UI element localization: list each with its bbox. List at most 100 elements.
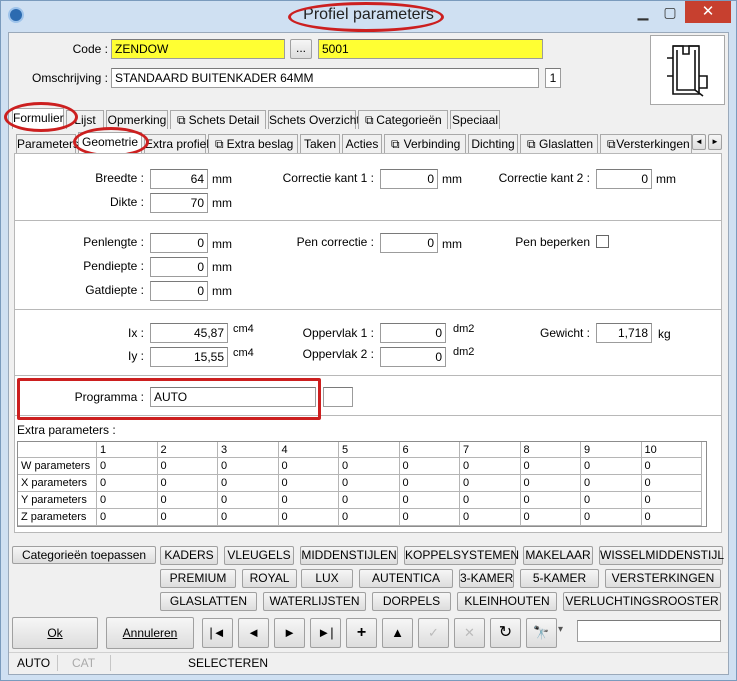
last-record-icon[interactable]: ►| [310,618,341,648]
grid-cell[interactable]: 0 [278,475,339,492]
category-button-vleugels[interactable]: VLEUGELS [224,546,294,565]
minimize-button[interactable]: ▁ [630,3,656,23]
cancel-button[interactable]: Annuleren [106,617,194,649]
grid-cell[interactable]: 0 [157,509,218,526]
grid-column-header[interactable]: 10 [641,442,702,458]
category-button-glaslatten[interactable]: GLASLATTEN [160,592,257,611]
grid-cell[interactable]: 0 [97,458,158,475]
category-button-makelaar[interactable]: MAKELAAR [523,546,593,565]
grid-cell[interactable]: 0 [520,509,581,526]
category-button-kaders[interactable]: KADERS [160,546,218,565]
category-button-versterkingen[interactable]: VERSTERKINGEN [605,569,721,588]
apply-categories-button[interactable]: Categorieën toepassen [12,546,156,564]
subtab-dichting[interactable]: Dichting [468,134,518,153]
subtab-taken[interactable]: Taken [300,134,340,153]
dikte-input[interactable]: 70 [150,193,208,213]
grid-cell[interactable]: 0 [339,475,400,492]
tab-speciaal[interactable]: Speciaal [450,110,500,129]
move-up-icon[interactable]: ▲ [382,618,413,648]
subtab-glaslatten[interactable]: ⧉ Glaslatten [520,134,598,153]
penlengte-input[interactable]: 0 [150,233,208,253]
grid-cell[interactable]: 0 [339,509,400,526]
category-button-3-kamer[interactable]: 3-KAMER [459,569,514,588]
category-button-koppelsystemen[interactable]: KOPPELSYSTEMEN [404,546,519,565]
iy-input[interactable]: 15,55 [150,347,228,367]
grid-column-header[interactable]: 2 [157,442,218,458]
description-input[interactable]: STANDAARD BUITENKADER 64MM [111,68,539,88]
number-input[interactable]: 5001 [318,39,543,59]
pendiepte-input[interactable]: 0 [150,257,208,277]
grid-cell[interactable]: 0 [460,475,521,492]
grid-cell[interactable]: 0 [218,475,279,492]
grid-cell[interactable]: 0 [278,509,339,526]
tab-scroll-left-icon[interactable]: ◄ [692,134,706,150]
category-button-waterlijsten[interactable]: WATERLIJSTEN [263,592,366,611]
grid-cell[interactable]: 0 [157,475,218,492]
subtab-versterkingen[interactable]: ⧉ Versterkingen [600,134,692,153]
category-button-wisselmiddenstijl[interactable]: WISSELMIDDENSTIJL [599,546,724,565]
category-button-5-kamer[interactable]: 5-KAMER [520,569,599,588]
correctie-kant2-input[interactable]: 0 [596,169,652,189]
category-button-lux[interactable]: LUX [301,569,353,588]
add-record-icon[interactable]: + [346,618,377,648]
category-button-premium[interactable]: PREMIUM [160,569,236,588]
grid-cell[interactable]: 0 [218,509,279,526]
grid-cell[interactable]: 0 [97,475,158,492]
grid-cell[interactable]: 0 [157,492,218,509]
code-input[interactable]: ZENDOW [111,39,285,59]
grid-cell[interactable]: 0 [157,458,218,475]
tab-scroll-right-icon[interactable]: ► [708,134,722,150]
tab-categorieen[interactable]: ⧉ Categorieën [358,110,448,129]
grid-cell[interactable]: 0 [581,458,642,475]
category-button-verluchtingsrooster[interactable]: VERLUCHTINGSROOSTER [563,592,721,611]
pen-beperken-checkbox[interactable] [596,235,609,248]
grid-cell[interactable]: 0 [460,509,521,526]
close-button[interactable]: ✕ [685,1,731,23]
grid-cell[interactable]: 0 [581,509,642,526]
tab-schets-overzicht[interactable]: Schets Overzicht [268,110,360,129]
refresh-icon[interactable]: ↻ [490,618,521,648]
next-record-icon[interactable]: ► [274,618,305,648]
grid-column-header[interactable]: 5 [339,442,400,458]
grid-cell[interactable]: 0 [581,475,642,492]
grid-cell[interactable]: 0 [218,492,279,509]
grid-cell[interactable]: 0 [460,492,521,509]
oppervlak1-input[interactable]: 0 [380,323,446,343]
grid-cell[interactable]: 0 [339,492,400,509]
ok-button[interactable]: Ok [12,617,98,649]
previous-record-icon[interactable]: ◄ [238,618,269,648]
maximize-button[interactable]: ▢ [657,3,683,23]
category-button-autentica[interactable]: AUTENTICA [359,569,453,588]
grid-cell[interactable]: 0 [339,458,400,475]
browse-button[interactable]: ... [290,39,312,59]
grid-column-header[interactable]: 3 [218,442,279,458]
subtab-verbinding[interactable]: ⧉ Verbinding [384,134,466,153]
breedte-input[interactable]: 64 [150,169,208,189]
grid-cell[interactable]: 0 [520,458,581,475]
ix-input[interactable]: 45,87 [150,323,228,343]
find-dropdown-icon[interactable]: ▾ [558,624,570,640]
category-button-dorpels[interactable]: DORPELS [372,592,451,611]
grid-cell[interactable]: 0 [278,458,339,475]
grid-cell[interactable]: 0 [399,458,460,475]
programma-extra-box[interactable] [323,387,353,407]
subtab-extra-profiel[interactable]: Extra profiel [144,134,209,153]
gatdiepte-input[interactable]: 0 [150,281,208,301]
search-input[interactable] [577,620,721,642]
grid-column-header[interactable]: 7 [460,442,521,458]
correctie-kant1-input[interactable]: 0 [380,169,438,189]
grid-column-header[interactable]: 1 [97,442,158,458]
tab-schets-detail[interactable]: ⧉ Schets Detail [170,110,266,129]
grid-cell[interactable]: 0 [641,509,702,526]
discard-icon[interactable]: ✕ [454,618,485,648]
gewicht-input[interactable]: 1,718 [596,323,652,343]
oppervlak2-input[interactable]: 0 [380,347,446,367]
extra-parameters-grid[interactable]: 1 2 3 4 5 6 7 8 9 10 W parameters 0 0 0 0 0 0 0 0 0 0 X param… [17,441,707,527]
grid-cell[interactable]: 0 [641,475,702,492]
grid-cell[interactable]: 0 [399,509,460,526]
grid-cell[interactable]: 0 [460,458,521,475]
subtab-parameters[interactable]: Parameters [16,134,79,153]
confirm-icon[interactable]: ✓ [418,618,449,648]
grid-cell[interactable]: 0 [520,492,581,509]
grid-cell[interactable]: 0 [641,458,702,475]
